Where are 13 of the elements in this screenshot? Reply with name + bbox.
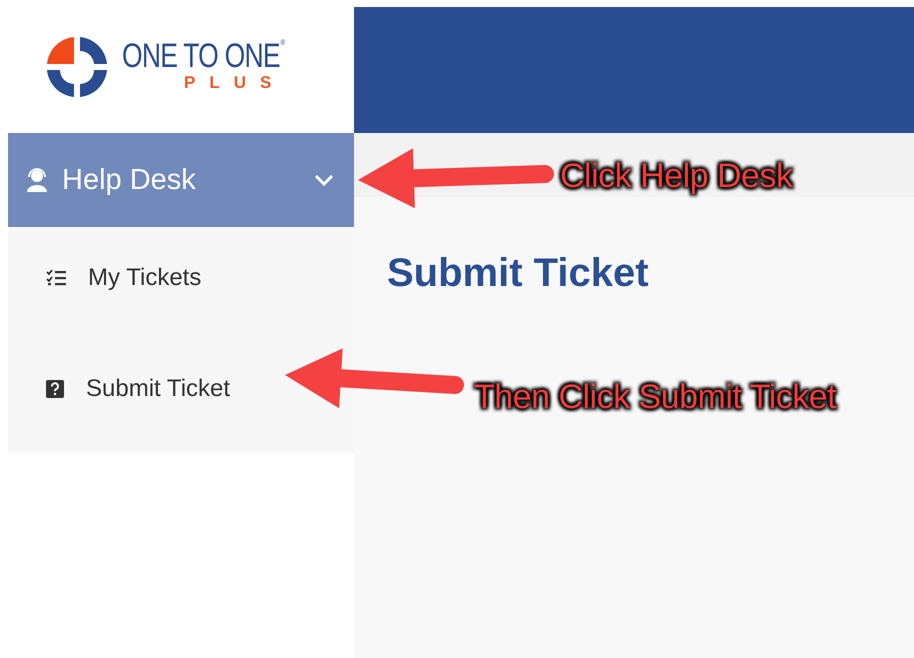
annotation-label: Click Help Desk <box>560 157 792 196</box>
question-icon <box>46 380 64 398</box>
logo-name: ONE TO ONE$^{®}$ <box>122 39 284 74</box>
logo-tagline: PLUS <box>184 73 286 94</box>
menu-label: Help Desk <box>62 164 197 196</box>
chevron-icon <box>314 174 334 186</box>
menu-header[interactable]: Help Desk <box>8 133 354 227</box>
checklist-icon <box>46 269 66 287</box>
page-title: Submit Ticket <box>387 251 650 296</box>
submenu-item[interactable]: Submit Ticket <box>8 341 354 437</box>
submenu-item[interactable]: My Tickets <box>8 245 354 311</box>
annotation-label: Then Click Submit Ticket <box>474 378 836 417</box>
support-agent-icon <box>26 168 48 192</box>
